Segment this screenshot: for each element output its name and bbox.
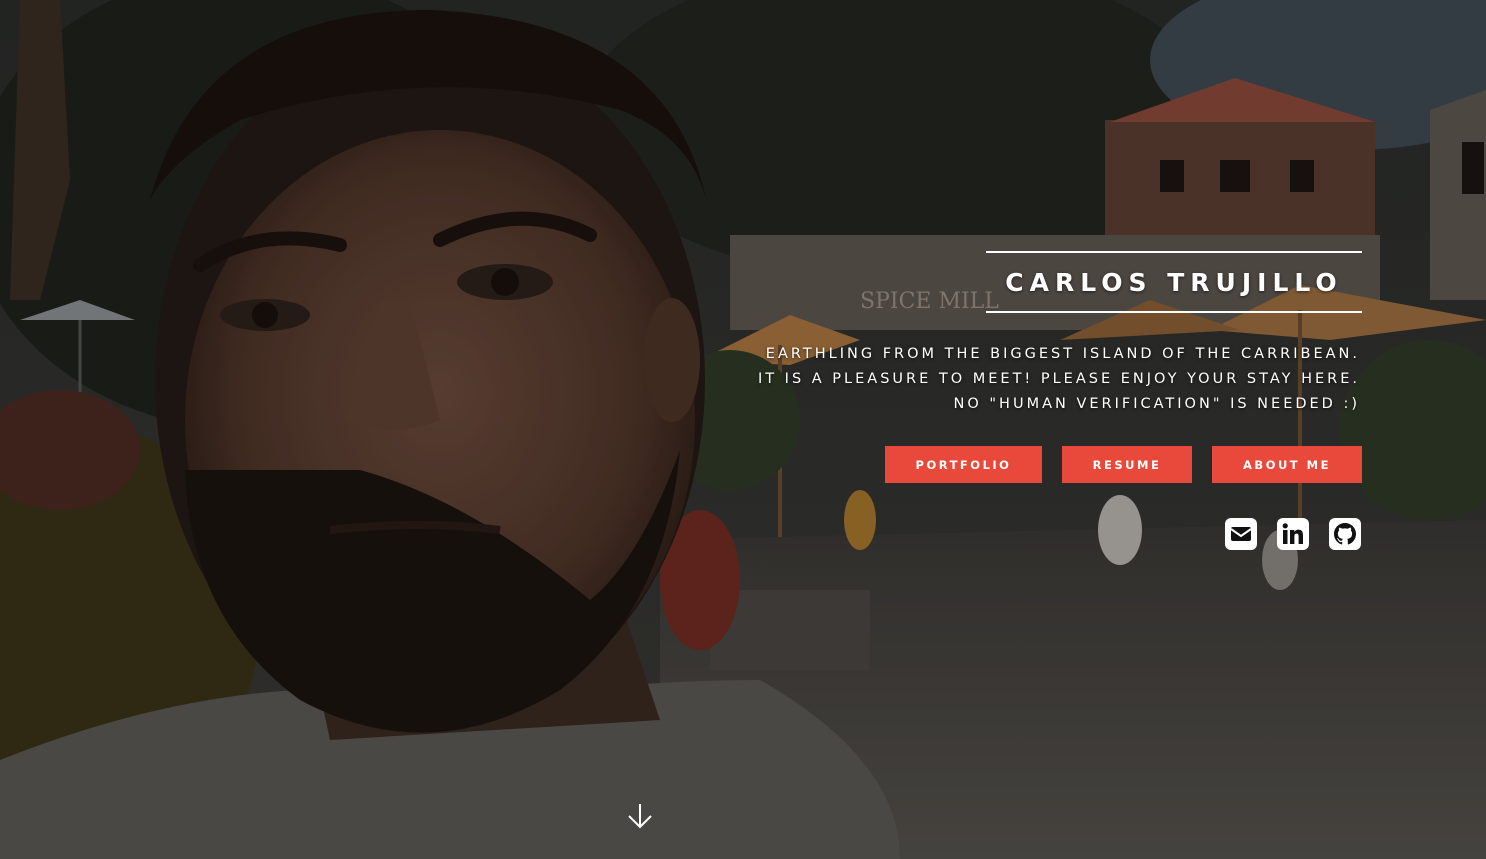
arrow-down-icon <box>628 804 652 829</box>
dark-overlay <box>0 0 1486 859</box>
about-me-button[interactable]: ABOUT ME <box>1212 446 1362 483</box>
tagline-line-2: IT IS A PLEASURE TO MEET! PLEASE ENJOY Y… <box>757 371 1360 387</box>
email-link[interactable] <box>1225 518 1257 550</box>
linkedin-link[interactable] <box>1277 518 1309 550</box>
title-frame: CARLOS TRUJILLO <box>986 251 1362 313</box>
page-title: CARLOS TRUJILLO <box>1005 267 1343 297</box>
hero-section: SPICE MILL CARLOS TRUJILLO EARTHLING FRO… <box>0 0 1486 859</box>
tagline: EARTHLING FROM THE BIGGEST ISLAND OF THE… <box>640 342 1360 417</box>
github-icon <box>1329 518 1361 550</box>
portfolio-button[interactable]: PORTFOLIO <box>885 446 1042 483</box>
envelope-icon <box>1225 518 1257 550</box>
scroll-down-link[interactable] <box>625 801 655 831</box>
tagline-line-3: NO "HUMAN VERIFICATION" IS NEEDED :) <box>953 396 1360 412</box>
github-link[interactable] <box>1329 518 1361 550</box>
tagline-line-1: EARTHLING FROM THE BIGGEST ISLAND OF THE… <box>765 346 1360 362</box>
linkedin-icon <box>1277 518 1309 550</box>
resume-button[interactable]: RESUME <box>1062 446 1192 483</box>
